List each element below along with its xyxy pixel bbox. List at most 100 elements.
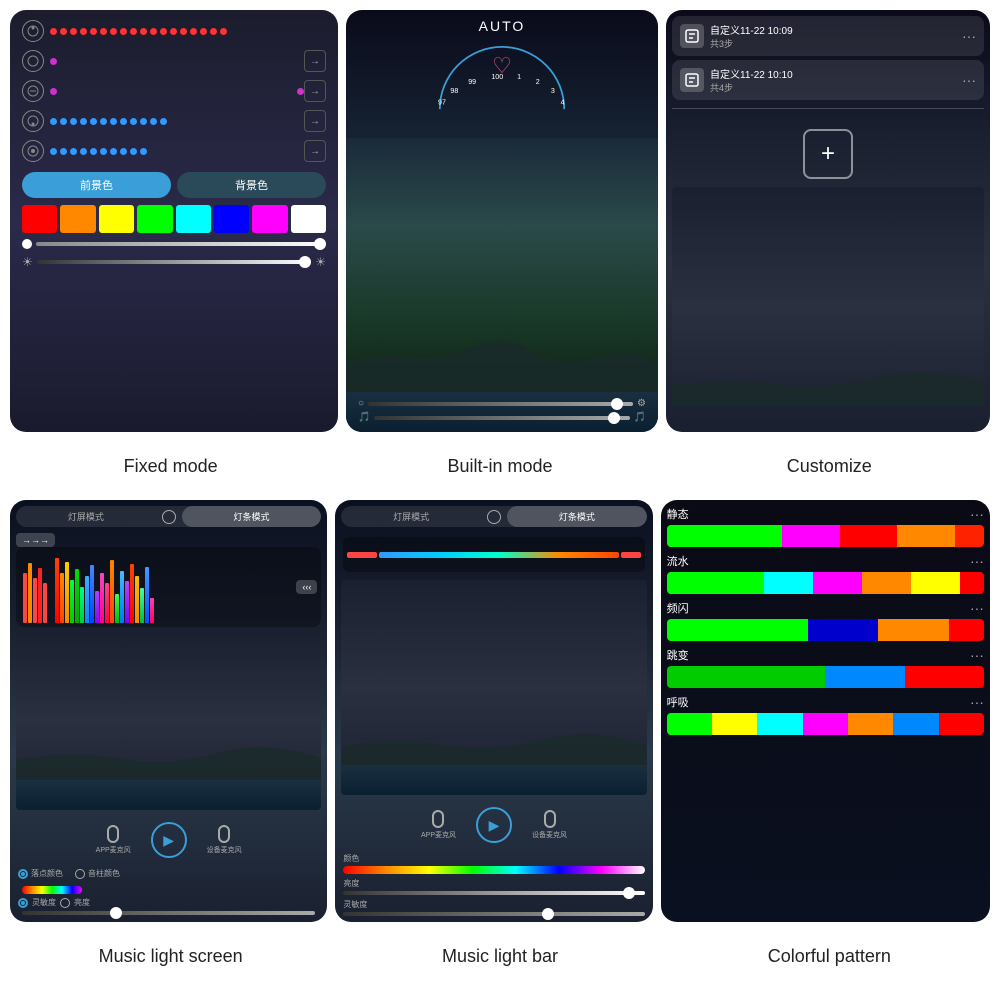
swatch-orange[interactable]	[60, 205, 95, 233]
fixed-mode-label: Fixed mode	[10, 436, 331, 496]
static-color-2	[782, 525, 840, 547]
dot	[170, 28, 177, 35]
bar-app-mic-label: APP麦克风	[421, 830, 456, 840]
brightness-icon-right: ⚙	[637, 398, 646, 409]
pattern-strobe-menu[interactable]: ···	[970, 600, 984, 616]
foreground-btn[interactable]: 前景色	[22, 172, 171, 198]
dot	[50, 58, 57, 65]
pattern-strobe-header: 频闪 ···	[667, 600, 984, 616]
pattern-jump-menu[interactable]: ···	[970, 647, 984, 663]
tab-bar-light-bar[interactable]: 灯条模式	[507, 506, 647, 527]
white-slider-row	[22, 239, 326, 249]
dot	[70, 28, 77, 35]
arrow-btn-1[interactable]: →	[304, 50, 326, 72]
bar-color-slider[interactable]	[343, 866, 644, 874]
arrow-btn-4[interactable]: →	[304, 140, 326, 162]
music-bottom-track[interactable]	[22, 911, 315, 915]
blue-dots-1	[50, 118, 304, 125]
background-btn[interactable]: 背景色	[177, 172, 326, 198]
bar-11	[105, 583, 109, 623]
dot	[50, 28, 57, 35]
dot-row-4: →	[18, 108, 330, 134]
dot	[160, 28, 167, 35]
top-row: → →	[10, 10, 990, 432]
music-color-slider-row	[22, 886, 315, 894]
brightness-radio[interactable]	[60, 898, 70, 908]
dot	[120, 148, 127, 155]
swatch-red[interactable]	[22, 205, 57, 233]
dot	[50, 118, 57, 125]
play-button[interactable]: ▶	[151, 822, 187, 858]
bar-20	[150, 598, 154, 623]
list-item-icon-2	[680, 68, 704, 92]
app-mic-icon: APP麦克风	[96, 825, 131, 855]
app-mic-label: APP麦克风	[96, 845, 131, 855]
prev-arrow[interactable]: →→→	[16, 533, 55, 547]
dot	[80, 148, 87, 155]
bar-color-radio[interactable]: 音柱颜色	[75, 868, 120, 879]
pattern-static-menu[interactable]: ···	[970, 506, 984, 522]
swatch-blue[interactable]	[214, 205, 249, 233]
arrow-btn-3[interactable]: →	[304, 110, 326, 132]
bar-sensitivity-thumb	[542, 908, 554, 920]
pattern-flow: 流水 ···	[667, 553, 984, 594]
list-item-menu-2[interactable]: ···	[962, 72, 976, 88]
app-mic-shape	[107, 825, 119, 843]
icon-3	[22, 80, 44, 102]
rainbow-slider[interactable]	[22, 886, 82, 894]
icon-5	[22, 140, 44, 162]
swatch-white[interactable]	[291, 205, 326, 233]
white-dot	[22, 239, 32, 249]
power-icon-2[interactable]	[487, 510, 501, 524]
radio-bar-color	[75, 869, 85, 879]
pattern-breathe-name: 呼吸	[667, 694, 689, 710]
tab-light-bar[interactable]: 灯条模式	[182, 506, 322, 527]
swatch-yellow[interactable]	[99, 205, 134, 233]
bar-brightness-track[interactable]	[343, 891, 644, 895]
power-icon[interactable]	[162, 510, 176, 524]
svg-text:4: 4	[561, 99, 565, 107]
sensitivity-radio[interactable]	[18, 898, 28, 908]
tab-bar-light-screen[interactable]: 灯屏模式	[341, 506, 481, 527]
brightness-slider-track[interactable]	[37, 260, 311, 264]
tab-light-screen[interactable]: 灯屏模式	[16, 506, 156, 527]
dot	[160, 118, 167, 125]
dot	[80, 118, 87, 125]
color-swatches	[22, 205, 326, 233]
swatch-magenta[interactable]	[252, 205, 287, 233]
list-item-2[interactable]: 自定义11-22 10:10 共4步 ···	[672, 60, 984, 100]
add-button[interactable]: +	[803, 129, 853, 179]
dot	[50, 88, 57, 95]
list-item-menu-1[interactable]: ···	[962, 28, 976, 44]
bar-play-button[interactable]: ▶	[476, 807, 512, 843]
pattern-strobe: 频闪 ···	[667, 600, 984, 641]
dot	[100, 28, 107, 35]
builtin-sensitivity-track[interactable]	[374, 416, 629, 420]
dot	[120, 28, 127, 35]
swatch-cyan[interactable]	[176, 205, 211, 233]
builtin-sensitivity-thumb	[608, 412, 620, 424]
pattern-breathe-header: 呼吸 ···	[667, 694, 984, 710]
purple-dots	[50, 88, 304, 95]
bar-17	[135, 576, 139, 623]
svg-text:98: 98	[450, 87, 458, 95]
pattern-breathe-menu[interactable]: ···	[970, 694, 984, 710]
dot	[110, 148, 117, 155]
pattern-flow-menu[interactable]: ···	[970, 553, 984, 569]
bar-device-mic-shape	[544, 810, 556, 828]
bar-sensitivity-track[interactable]	[343, 912, 644, 916]
dot	[60, 28, 67, 35]
dot-color-radio[interactable]: 落点颜色	[18, 868, 63, 879]
white-slider-track[interactable]	[36, 242, 326, 246]
list-item-1[interactable]: 自定义11-22 10:09 共3步 ···	[672, 16, 984, 56]
swatch-green[interactable]	[137, 205, 172, 233]
builtin-mode-screen: AUTO ♡ 97 98 99 100 1 2 3 4	[346, 10, 658, 432]
next-arrow[interactable]: ‹‹‹	[296, 580, 317, 594]
bar-brightness-row	[343, 891, 644, 895]
bar-14	[120, 571, 124, 623]
pattern-breathe: 呼吸 ···	[667, 694, 984, 735]
builtin-brightness-track[interactable]	[368, 402, 633, 406]
top-labels-row: Fixed mode Built-in mode Customize	[10, 436, 990, 496]
static-color-1	[667, 525, 782, 547]
arrow-btn-2[interactable]: →	[304, 80, 326, 102]
